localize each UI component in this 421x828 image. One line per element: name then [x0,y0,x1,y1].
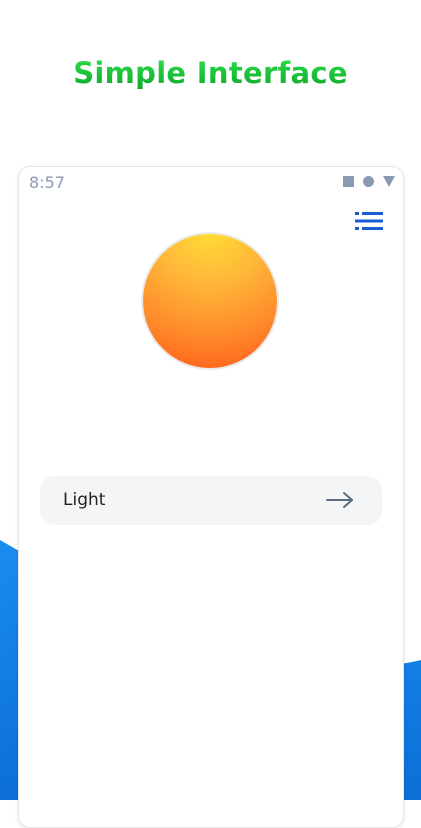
status-bar: 8:57 [19,167,403,199]
status-icons [343,176,395,187]
theme-option-label: Light [63,490,106,510]
headline: Simple Interface [0,56,421,90]
phone-mockup: 8:57 Light [18,166,404,828]
sun-icon [143,234,277,368]
status-time: 8:57 [29,173,65,192]
theme-option-light[interactable]: Light [40,476,382,525]
arrow-right-icon [326,492,353,508]
home-circle-icon [363,176,374,187]
menu-button[interactable] [355,211,383,231]
menu-list-icon [355,212,383,230]
stop-square-icon [343,176,354,187]
back-triangle-icon [383,176,395,187]
